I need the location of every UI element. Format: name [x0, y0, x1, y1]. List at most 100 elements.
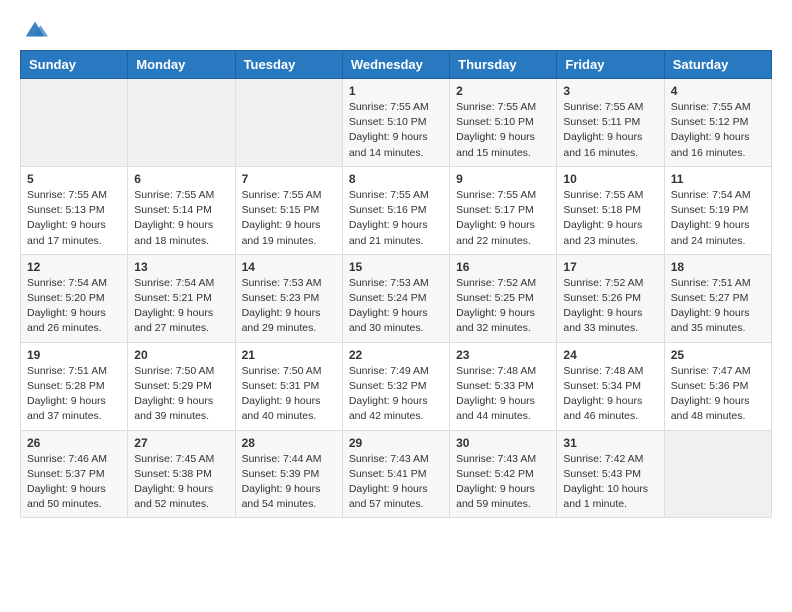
calendar-cell: 3 Sunrise: 7:55 AM Sunset: 5:11 PM Daylig… — [557, 79, 664, 167]
day-info: Sunrise: 7:52 AM Sunset: 5:26 PM Dayligh… — [563, 276, 657, 337]
day-number: 4 — [671, 84, 765, 98]
day-number: 18 — [671, 260, 765, 274]
day-info: Sunrise: 7:55 AM Sunset: 5:10 PM Dayligh… — [349, 100, 443, 161]
day-number: 7 — [242, 172, 336, 186]
calendar-cell: 27 Sunrise: 7:45 AM Sunset: 5:38 PM Dayli… — [128, 430, 235, 518]
day-info: Sunrise: 7:55 AM Sunset: 5:17 PM Dayligh… — [456, 188, 550, 249]
day-number: 15 — [349, 260, 443, 274]
day-info: Sunrise: 7:52 AM Sunset: 5:25 PM Dayligh… — [456, 276, 550, 337]
weekday-header: Tuesday — [235, 51, 342, 79]
calendar-cell — [235, 79, 342, 167]
day-info: Sunrise: 7:48 AM Sunset: 5:33 PM Dayligh… — [456, 364, 550, 425]
day-number: 25 — [671, 348, 765, 362]
day-info: Sunrise: 7:45 AM Sunset: 5:38 PM Dayligh… — [134, 452, 228, 513]
day-info: Sunrise: 7:55 AM Sunset: 5:14 PM Dayligh… — [134, 188, 228, 249]
day-number: 26 — [27, 436, 121, 450]
day-number: 11 — [671, 172, 765, 186]
weekday-header: Wednesday — [342, 51, 449, 79]
day-info: Sunrise: 7:51 AM Sunset: 5:27 PM Dayligh… — [671, 276, 765, 337]
calendar-cell — [128, 79, 235, 167]
weekday-header: Friday — [557, 51, 664, 79]
calendar-week-row: 5 Sunrise: 7:55 AM Sunset: 5:13 PM Daylig… — [21, 166, 772, 254]
calendar-cell: 22 Sunrise: 7:49 AM Sunset: 5:32 PM Dayli… — [342, 342, 449, 430]
calendar-cell: 18 Sunrise: 7:51 AM Sunset: 5:27 PM Dayli… — [664, 254, 771, 342]
day-info: Sunrise: 7:51 AM Sunset: 5:28 PM Dayligh… — [27, 364, 121, 425]
day-number: 31 — [563, 436, 657, 450]
weekday-header: Monday — [128, 51, 235, 79]
day-number: 29 — [349, 436, 443, 450]
day-info: Sunrise: 7:42 AM Sunset: 5:43 PM Dayligh… — [563, 452, 657, 513]
day-info: Sunrise: 7:55 AM Sunset: 5:10 PM Dayligh… — [456, 100, 550, 161]
day-number: 5 — [27, 172, 121, 186]
day-info: Sunrise: 7:55 AM Sunset: 5:15 PM Dayligh… — [242, 188, 336, 249]
calendar-cell: 13 Sunrise: 7:54 AM Sunset: 5:21 PM Dayli… — [128, 254, 235, 342]
calendar-header-row: SundayMondayTuesdayWednesdayThursdayFrid… — [21, 51, 772, 79]
calendar-cell: 2Sunrise: 7:55 AM Sunset: 5:10 PM Daylig… — [450, 79, 557, 167]
calendar-cell: 8 Sunrise: 7:55 AM Sunset: 5:16 PM Daylig… — [342, 166, 449, 254]
day-info: Sunrise: 7:43 AM Sunset: 5:42 PM Dayligh… — [456, 452, 550, 513]
calendar: SundayMondayTuesdayWednesdayThursdayFrid… — [20, 50, 772, 518]
day-info: Sunrise: 7:44 AM Sunset: 5:39 PM Dayligh… — [242, 452, 336, 513]
weekday-header: Sunday — [21, 51, 128, 79]
calendar-cell — [664, 430, 771, 518]
calendar-cell: 26 Sunrise: 7:46 AM Sunset: 5:37 PM Dayli… — [21, 430, 128, 518]
day-number: 3 — [563, 84, 657, 98]
calendar-cell: 10Sunrise: 7:55 AM Sunset: 5:18 PM Dayli… — [557, 166, 664, 254]
calendar-cell: 11 Sunrise: 7:54 AM Sunset: 5:19 PM Dayli… — [664, 166, 771, 254]
calendar-cell: 31 Sunrise: 7:42 AM Sunset: 5:43 PM Dayli… — [557, 430, 664, 518]
day-info: Sunrise: 7:55 AM Sunset: 5:13 PM Dayligh… — [27, 188, 121, 249]
calendar-cell: 23 Sunrise: 7:48 AM Sunset: 5:33 PM Dayli… — [450, 342, 557, 430]
day-number: 28 — [242, 436, 336, 450]
calendar-week-row: 12 Sunrise: 7:54 AM Sunset: 5:20 PM Dayli… — [21, 254, 772, 342]
weekday-header: Saturday — [664, 51, 771, 79]
day-number: 12 — [27, 260, 121, 274]
day-info: Sunrise: 7:53 AM Sunset: 5:23 PM Dayligh… — [242, 276, 336, 337]
day-number: 10 — [563, 172, 657, 186]
calendar-cell: 16Sunrise: 7:52 AM Sunset: 5:25 PM Dayli… — [450, 254, 557, 342]
page: SundayMondayTuesdayWednesdayThursdayFrid… — [0, 0, 792, 534]
calendar-cell: 15 Sunrise: 7:53 AM Sunset: 5:24 PM Dayli… — [342, 254, 449, 342]
calendar-cell: 21 Sunrise: 7:50 AM Sunset: 5:31 PM Dayli… — [235, 342, 342, 430]
day-info: Sunrise: 7:50 AM Sunset: 5:29 PM Dayligh… — [134, 364, 228, 425]
day-number: 17 — [563, 260, 657, 274]
calendar-cell: 29 Sunrise: 7:43 AM Sunset: 5:41 PM Dayli… — [342, 430, 449, 518]
logo-icon — [22, 16, 50, 44]
calendar-cell: 1 Sunrise: 7:55 AM Sunset: 5:10 PM Daylig… — [342, 79, 449, 167]
day-number: 21 — [242, 348, 336, 362]
day-info: Sunrise: 7:43 AM Sunset: 5:41 PM Dayligh… — [349, 452, 443, 513]
day-info: Sunrise: 7:46 AM Sunset: 5:37 PM Dayligh… — [27, 452, 121, 513]
day-number: 8 — [349, 172, 443, 186]
calendar-cell: 12 Sunrise: 7:54 AM Sunset: 5:20 PM Dayli… — [21, 254, 128, 342]
day-info: Sunrise: 7:54 AM Sunset: 5:21 PM Dayligh… — [134, 276, 228, 337]
calendar-cell: 7 Sunrise: 7:55 AM Sunset: 5:15 PM Daylig… — [235, 166, 342, 254]
calendar-cell: 17 Sunrise: 7:52 AM Sunset: 5:26 PM Dayli… — [557, 254, 664, 342]
calendar-cell: 19 Sunrise: 7:51 AM Sunset: 5:28 PM Dayli… — [21, 342, 128, 430]
day-number: 1 — [349, 84, 443, 98]
day-info: Sunrise: 7:54 AM Sunset: 5:19 PM Dayligh… — [671, 188, 765, 249]
day-info: Sunrise: 7:49 AM Sunset: 5:32 PM Dayligh… — [349, 364, 443, 425]
day-number: 27 — [134, 436, 228, 450]
day-number: 13 — [134, 260, 228, 274]
day-info: Sunrise: 7:55 AM Sunset: 5:16 PM Dayligh… — [349, 188, 443, 249]
day-info: Sunrise: 7:50 AM Sunset: 5:31 PM Dayligh… — [242, 364, 336, 425]
day-info: Sunrise: 7:53 AM Sunset: 5:24 PM Dayligh… — [349, 276, 443, 337]
day-number: 24 — [563, 348, 657, 362]
logo — [20, 16, 50, 40]
day-number: 30 — [456, 436, 550, 450]
calendar-cell: 24 Sunrise: 7:48 AM Sunset: 5:34 PM Dayli… — [557, 342, 664, 430]
calendar-cell: 6Sunrise: 7:55 AM Sunset: 5:14 PM Daylig… — [128, 166, 235, 254]
calendar-cell: 20 Sunrise: 7:50 AM Sunset: 5:29 PM Dayli… — [128, 342, 235, 430]
day-info: Sunrise: 7:48 AM Sunset: 5:34 PM Dayligh… — [563, 364, 657, 425]
calendar-cell: 4Sunrise: 7:55 AM Sunset: 5:12 PM Daylig… — [664, 79, 771, 167]
day-number: 20 — [134, 348, 228, 362]
calendar-cell — [21, 79, 128, 167]
day-info: Sunrise: 7:55 AM Sunset: 5:11 PM Dayligh… — [563, 100, 657, 161]
day-number: 19 — [27, 348, 121, 362]
day-info: Sunrise: 7:54 AM Sunset: 5:20 PM Dayligh… — [27, 276, 121, 337]
day-number: 23 — [456, 348, 550, 362]
day-number: 14 — [242, 260, 336, 274]
day-number: 22 — [349, 348, 443, 362]
header — [20, 16, 772, 40]
calendar-week-row: 19 Sunrise: 7:51 AM Sunset: 5:28 PM Dayli… — [21, 342, 772, 430]
day-info: Sunrise: 7:47 AM Sunset: 5:36 PM Dayligh… — [671, 364, 765, 425]
